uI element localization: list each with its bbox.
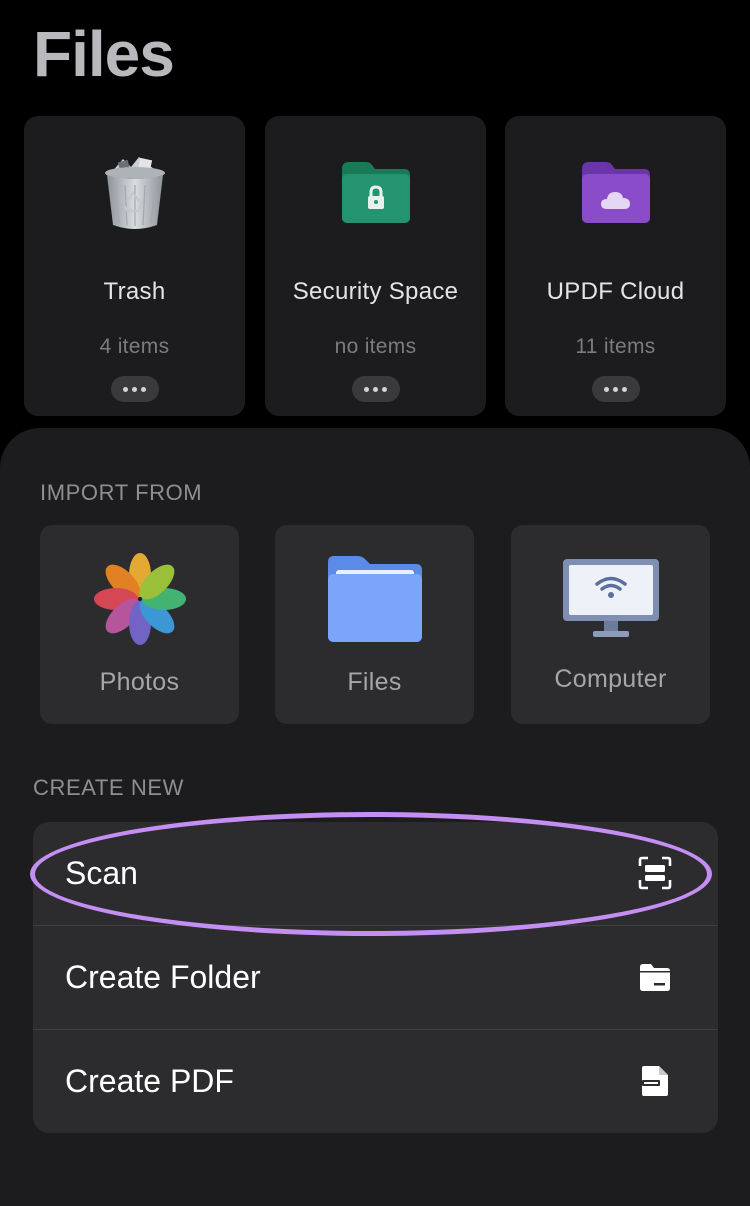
photos-icon <box>40 549 239 649</box>
computer-wifi-icon <box>511 549 710 649</box>
page-title: Files <box>33 18 175 90</box>
import-source-label: Computer <box>554 665 667 693</box>
create-pdf-button[interactable]: Create PDF <box>33 1030 718 1133</box>
scan-button[interactable]: Scan <box>33 822 718 925</box>
trash-card[interactable]: Trash 4 items <box>24 116 245 416</box>
import-source-label: Files <box>347 668 402 696</box>
card-title: UPDF Cloud <box>546 278 685 305</box>
card-title: Trash <box>103 278 166 305</box>
create-item-label: Create Folder <box>65 959 261 995</box>
create-folder-button[interactable]: Create Folder <box>33 926 718 1029</box>
updf-cloud-card[interactable]: UPDF Cloud 11 items <box>505 116 726 416</box>
import-photos-tile[interactable]: Photos <box>40 525 239 724</box>
trash-icon <box>24 152 245 232</box>
folder-icon <box>640 964 670 991</box>
scan-icon <box>638 856 672 890</box>
create-new-heading: CREATE NEW <box>33 775 185 800</box>
card-title: Security Space <box>292 278 459 305</box>
import-from-heading: IMPORT FROM <box>40 480 203 505</box>
files-screen: Files Trash 4 items Security Space no it… <box>0 0 750 1206</box>
import-files-tile[interactable]: Files <box>275 525 474 724</box>
card-item-count: no items <box>334 335 417 358</box>
more-options-button[interactable] <box>591 376 640 402</box>
import-source-label: Photos <box>99 668 180 696</box>
files-folder-icon <box>275 549 474 649</box>
create-new-list: Scan Create Folder Create PDF <box>33 822 718 1133</box>
create-item-label: Create PDF <box>65 1063 234 1099</box>
card-item-count: 11 items <box>575 335 656 358</box>
security-space-card[interactable]: Security Space no items <box>265 116 486 416</box>
lock-folder-icon <box>265 152 486 232</box>
card-item-count: 4 items <box>99 335 170 358</box>
more-options-button[interactable] <box>351 376 400 402</box>
more-options-button[interactable] <box>110 376 159 402</box>
import-computer-tile[interactable]: Computer <box>511 525 710 724</box>
create-item-label: Scan <box>65 855 138 891</box>
cloud-folder-icon <box>505 152 726 232</box>
pdf-file-icon <box>642 1066 668 1096</box>
